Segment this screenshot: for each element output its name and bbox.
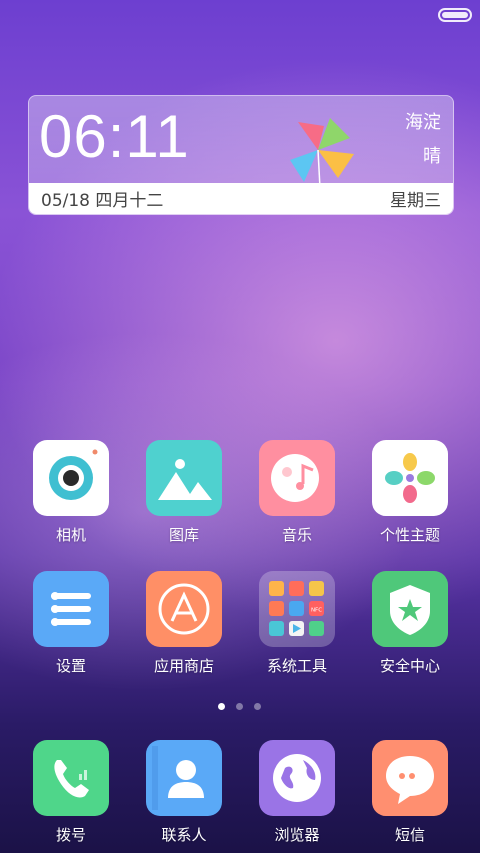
app-phone[interactable]: 拨号 [21, 740, 121, 845]
browser-icon [259, 740, 335, 816]
app-store-icon [146, 571, 222, 647]
weekday: 星期三 [390, 191, 441, 211]
contacts-icon [146, 740, 222, 816]
system-tools-folder-icon: NFC [259, 571, 335, 647]
pinwheel-icon [290, 118, 354, 188]
camera-icon [33, 440, 109, 516]
app-security-center[interactable]: 安全中心 [360, 571, 460, 676]
weather-condition: 晴 [423, 146, 441, 167]
app-label: 短信 [394, 826, 425, 844]
page-indicator-dot[interactable] [218, 703, 225, 710]
security-center-icon [372, 571, 448, 647]
app-label: 音乐 [281, 526, 312, 544]
clock-time: 06:11 [39, 103, 190, 170]
clock-weather-widget[interactable]: 06:11 海淀 晴 05/18 四月十二 星期三 [28, 95, 454, 215]
phone-icon [33, 740, 109, 816]
app-contacts[interactable]: 联系人 [134, 740, 234, 845]
page-indicator-dot[interactable] [236, 703, 243, 710]
app-music[interactable]: 音乐 [247, 440, 347, 545]
themes-icon [372, 440, 448, 516]
app-gallery[interactable]: 图库 [134, 440, 234, 545]
app-label: 设置 [55, 657, 86, 675]
app-label: 安全中心 [379, 657, 440, 675]
settings-icon [33, 571, 109, 647]
date-lunar: 05/18 四月十二 [41, 191, 164, 211]
nfc-label: NFC [311, 608, 322, 614]
widget-date-bar: 05/18 四月十二 星期三 [29, 183, 453, 214]
app-browser[interactable]: 浏览器 [247, 740, 347, 845]
messages-icon [372, 740, 448, 816]
app-camera[interactable]: 相机 [21, 440, 121, 545]
weather-location: 海淀 [405, 112, 441, 133]
app-label: 浏览器 [274, 826, 320, 844]
app-app-store[interactable]: 应用商店 [134, 571, 234, 676]
app-label: 个性主题 [379, 526, 440, 544]
app-label: 系统工具 [266, 657, 327, 675]
battery-icon [438, 8, 472, 22]
app-messages[interactable]: 短信 [360, 740, 460, 845]
app-themes[interactable]: 个性主题 [360, 440, 460, 545]
page-indicator-dot[interactable] [254, 703, 261, 710]
app-label: 应用商店 [153, 657, 214, 675]
app-label: 联系人 [161, 826, 207, 844]
app-label: 相机 [55, 526, 86, 544]
gallery-icon [146, 440, 222, 516]
app-label: 图库 [168, 526, 199, 544]
app-label: 拨号 [55, 826, 86, 844]
app-system-tools[interactable]: NFC 系统工具 [247, 571, 347, 676]
music-icon [259, 440, 335, 516]
app-settings[interactable]: 设置 [21, 571, 121, 676]
